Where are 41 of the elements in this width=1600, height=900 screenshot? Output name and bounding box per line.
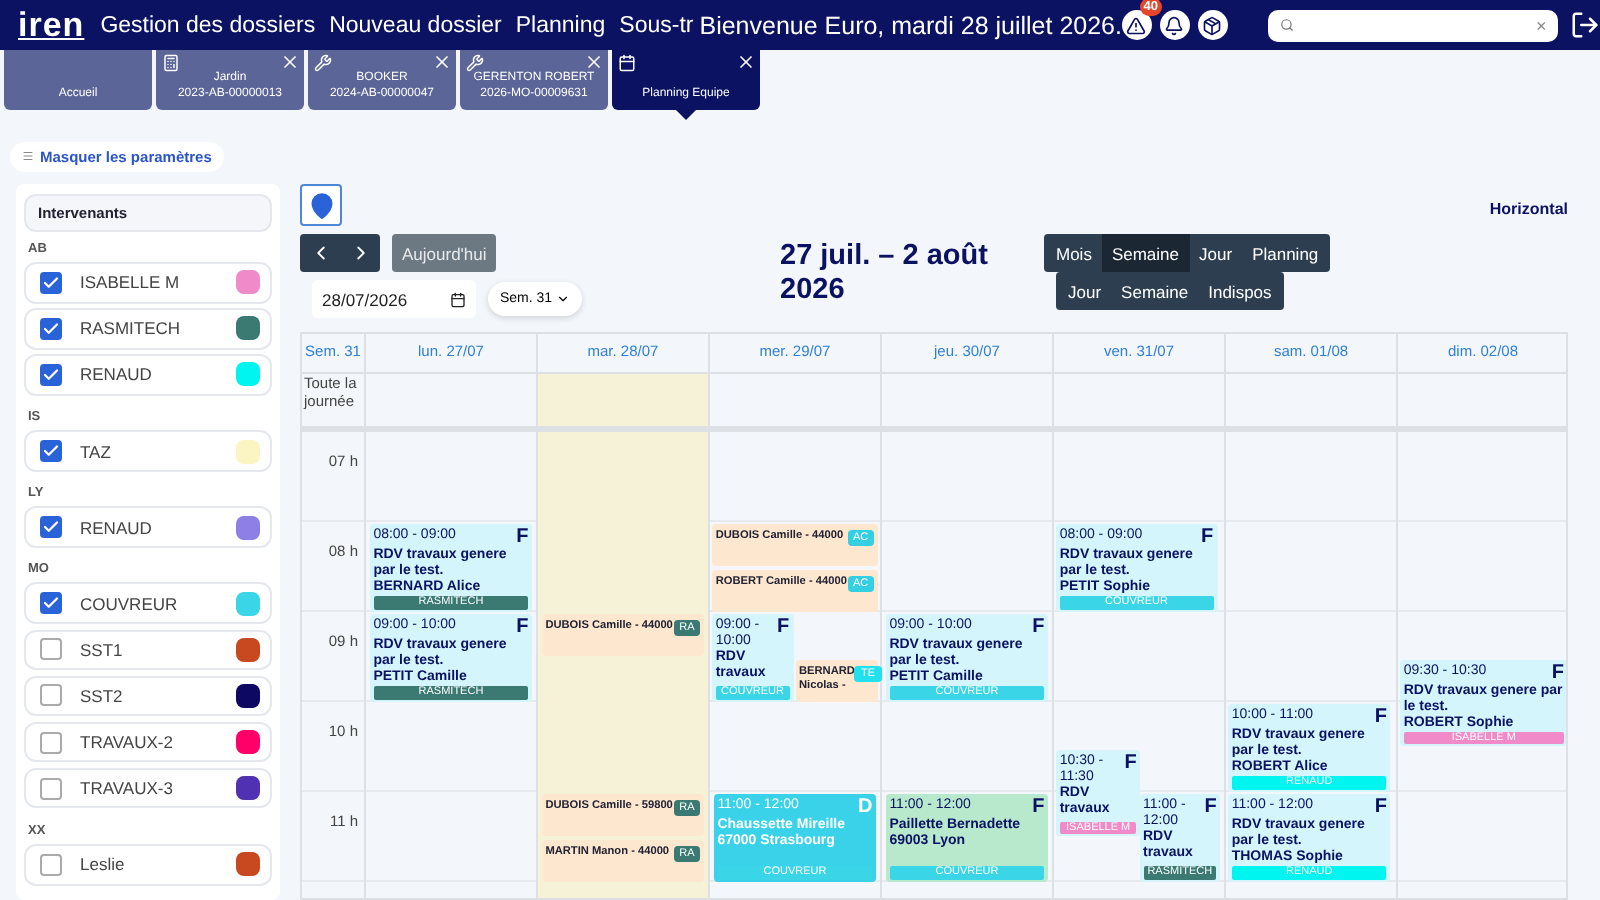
technician-item[interactable]: Leslie [24, 843, 272, 886]
technician-item[interactable]: COUVREUR [24, 582, 272, 625]
technician-item[interactable]: RENAUD [24, 354, 272, 396]
search-field[interactable]: × [1267, 9, 1559, 41]
technician-item[interactable]: ISABELLE M [24, 262, 272, 304]
technician-name: ISABELLE M [80, 272, 182, 293]
nav-link[interactable]: Sous-tr [619, 13, 694, 37]
view-button[interactable]: Semaine [1101, 234, 1190, 272]
technician-name: TRAVAUX-2 [80, 732, 175, 753]
nav-link[interactable]: Nouveau dossier [329, 13, 502, 37]
technician-name: SST1 [80, 639, 125, 660]
technician-name: RASMITECH [80, 318, 183, 339]
period-title: 27 juil. – 2 août 2026 [780, 240, 990, 310]
technician-name: RENAUD [80, 517, 154, 538]
orientation-link[interactable]: Horizontal [1489, 200, 1568, 218]
technician-item[interactable]: TRAVAUX-2 [24, 721, 272, 763]
technician-name: SST2 [80, 685, 125, 706]
technician-item[interactable]: TRAVAUX-3 [24, 767, 272, 809]
logo[interactable]: iren [18, 5, 85, 45]
mode-button[interactable]: Semaine [1111, 272, 1199, 310]
view-button[interactable]: Jour [1189, 234, 1243, 272]
technician-name: Leslie [80, 854, 127, 875]
welcome-text: Bienvenue Euro, mardi 28 juillet 2026. [699, 11, 1122, 39]
nav-link[interactable]: Gestion des dossiers [100, 13, 316, 37]
clear-button[interactable]: × [1535, 15, 1547, 35]
view-button[interactable]: Planning [1242, 234, 1329, 272]
technician-item[interactable]: SST1 [24, 629, 272, 671]
technician-item[interactable]: TAZ [24, 430, 272, 472]
mode-button[interactable]: Jour [1058, 272, 1112, 310]
technician-name: TAZ [80, 441, 113, 462]
mode-button[interactable]: Indispos [1198, 272, 1282, 310]
technician-name: TRAVAUX-3 [80, 778, 175, 799]
technician-item[interactable]: RASMITECH [24, 308, 272, 350]
technician-name: COUVREUR [80, 593, 180, 614]
technician-item[interactable]: SST2 [24, 675, 272, 717]
date-field[interactable]: 28/07/2026 [312, 280, 476, 318]
view-button[interactable]: Mois [1046, 234, 1102, 272]
today-button[interactable]: Aujourd'hui [392, 234, 497, 272]
nav-link[interactable]: Planning [515, 13, 606, 37]
technician-name: RENAUD [80, 364, 154, 385]
technician-item[interactable]: RENAUD [24, 506, 272, 548]
